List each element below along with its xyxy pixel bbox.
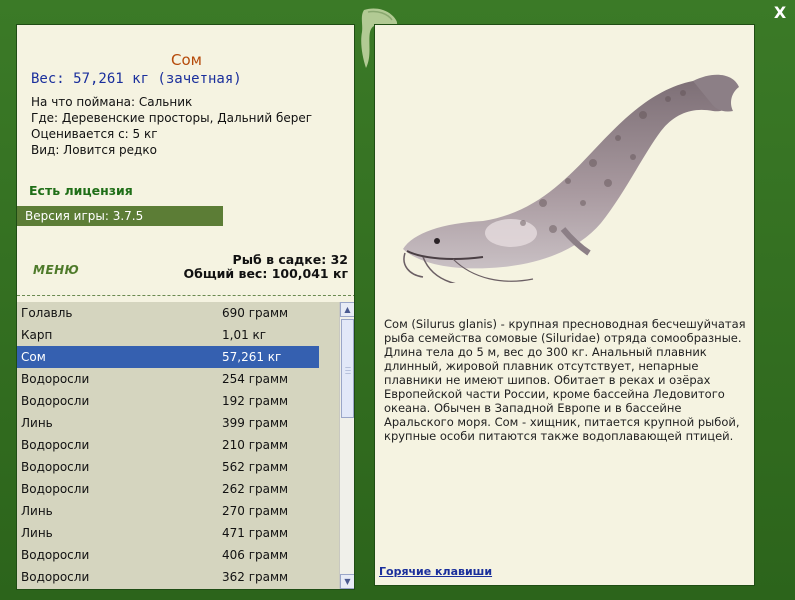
list-item[interactable]: Водоросли 562 грамм [17, 456, 339, 478]
fish-list[interactable]: Голавль 690 грамм Карп 1,01 кг Сом 57,261 кг В… [17, 302, 339, 589]
list-item-name: Водоросли [21, 372, 90, 386]
list-item[interactable]: Голавль 690 грамм [17, 302, 339, 324]
catch-bait: На что поймана: Сальник [31, 95, 193, 109]
list-item-name: Карп [21, 328, 53, 342]
list-item-name: Водоросли [21, 570, 90, 584]
catfish-image [403, 74, 739, 283]
catch-title: Сом [171, 51, 202, 69]
list-item[interactable]: Водоросли 406 грамм [17, 544, 339, 566]
catch-weight: Вес: 57,261 кг (зачетная) [31, 71, 242, 87]
list-item-weight: 406 грамм [222, 548, 289, 562]
list-item[interactable]: Линь 270 грамм [17, 500, 339, 522]
list-item-name: Водоросли [21, 438, 90, 452]
list-item[interactable]: Сом 57,261 кг [17, 346, 319, 368]
window-frame: X Сом Вес: 57,261 кг (зачетная) На что п… [0, 0, 795, 600]
list-item-name: Линь [21, 504, 53, 518]
list-item-weight: 399 грамм [222, 416, 289, 430]
list-item-name: Водоросли [21, 394, 90, 408]
list-item-weight: 210 грамм [222, 438, 289, 452]
list-item[interactable]: Водоросли 210 грамм [17, 434, 339, 456]
total-weight: Общий вес: 100,041 кг [183, 266, 349, 281]
list-item-name: Сом [21, 350, 46, 364]
list-item[interactable]: Линь 399 грамм [17, 412, 339, 434]
list-item[interactable]: Водоросли 254 грамм [17, 368, 339, 390]
list-item-weight: 362 грамм [222, 570, 289, 584]
scrollbar[interactable]: ▲ — — — ▼ [339, 302, 354, 589]
catch-evaluated: Оценивается с: 5 кг [31, 127, 158, 141]
list-item-name: Линь [21, 526, 53, 540]
fish-count: Рыб в садке: 32 [232, 252, 348, 267]
list-item-weight: 471 грамм [222, 526, 289, 540]
list-item-weight: 192 грамм [222, 394, 289, 408]
catch-place: Где: Деревенские просторы, Дальний берег [31, 111, 313, 125]
list-item[interactable]: Карп 1,01 кг [17, 324, 339, 346]
list-item-weight: 57,261 кг [222, 350, 282, 364]
grip-icon: — — — [345, 364, 351, 377]
list-item-name: Водоросли [21, 460, 90, 474]
list-item-weight: 254 грамм [222, 372, 289, 386]
list-item[interactable]: Водоросли 362 грамм [17, 566, 339, 588]
catch-kind: Вид: Ловится редко [31, 143, 157, 157]
list-item-weight: 1,01 кг [222, 328, 267, 342]
keepnet-stats: Рыб в садке: 32 Общий вес: 100,041 кг [184, 253, 349, 281]
menu-button[interactable]: МЕНЮ [33, 263, 79, 277]
scroll-thumb[interactable]: — — — [341, 319, 354, 418]
list-item-weight: 562 грамм [222, 460, 289, 474]
list-item[interactable]: Водоросли 192 грамм [17, 390, 339, 412]
fish-description: Сом (Silurus glanis) - крупная пресновод… [384, 317, 746, 443]
catch-info-panel: Сом Вес: 57,261 кг (зачетная) На что пой… [16, 24, 355, 590]
license-status: Есть лицензия [29, 183, 133, 198]
list-item-name: Голавль [21, 306, 73, 320]
scroll-up-icon[interactable]: ▲ [340, 302, 354, 317]
version-bar: Версия игры: 3.7.5 [17, 206, 223, 226]
list-item[interactable]: Линь 471 грамм [17, 522, 339, 544]
list-item-name: Водоросли [21, 482, 90, 496]
list-item[interactable]: Водоросли 262 грамм [17, 478, 339, 500]
list-item-weight: 270 грамм [222, 504, 289, 518]
hotkeys-link[interactable]: Горячие клавиши [379, 565, 492, 578]
list-item-weight: 690 грамм [222, 306, 289, 320]
list-item-name: Водоросли [21, 548, 90, 562]
list-item-weight: 262 грамм [222, 482, 289, 496]
list-item-name: Линь [21, 416, 53, 430]
fish-details-panel: Сом (Silurus glanis) - крупная пресновод… [374, 24, 755, 586]
close-icon[interactable]: X [773, 5, 787, 21]
divider [17, 295, 354, 296]
scroll-down-icon[interactable]: ▼ [340, 574, 354, 589]
